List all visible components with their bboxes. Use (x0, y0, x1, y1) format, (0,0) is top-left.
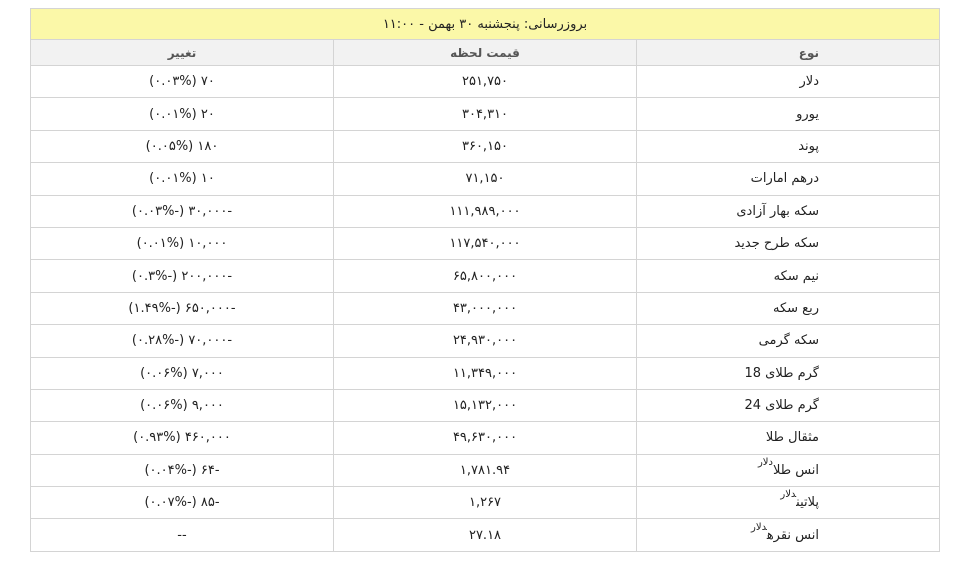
row-change: -۶۴ (-۰.۰۴%) (30, 453, 334, 488)
row-name-cell: سکه گرمی (636, 324, 940, 358)
row-price: ۱۱۷,۵۴۰,۰۰۰ (333, 226, 637, 261)
row-change: -۷۰,۰۰۰ (-۰.۲۸%) (30, 324, 334, 358)
row-name: مثقال طلا (765, 430, 819, 446)
update-timestamp: بروزرسانی: پنجشنبه ۳۰ بهمن - ۱۱:۰۰ (30, 8, 940, 40)
update-title-row: بروزرسانی: پنجشنبه ۳۰ بهمن - ۱۱:۰۰ (30, 8, 940, 40)
price-table: بروزرسانی: پنجشنبه ۳۰ بهمن - ۱۱:۰۰ نوع ق… (30, 8, 940, 552)
row-name-cell: دلار (636, 64, 940, 99)
row-name: یورو (796, 106, 819, 122)
table-row: سکه طرح جدید ۱۱۷,۵۴۰,۰۰۰ ۱۰,۰۰۰ (۰.۰۱%) (30, 226, 940, 261)
table-row: نیم سکه ۶۵,۸۰۰,۰۰۰ -۲۰۰,۰۰۰ (-۰.۳%) (30, 259, 940, 293)
row-change: -- (30, 518, 334, 552)
row-name-cell: سکه طرح جدید (636, 226, 940, 261)
table-body: دلار ۲۵۱,۷۵۰ ۷۰ (۰.۰۳%) یورو ۳۰۴,۳۱۰ ۲۰ (۰.۰۱… (30, 64, 940, 552)
row-change: -۳۰,۰۰۰ (-۰.۰۳%) (30, 194, 334, 228)
row-change: ۷,۰۰۰ (۰.۰۶%) (30, 356, 334, 390)
row-change: ۱۸۰ (۰.۰۵%) (30, 129, 334, 164)
row-name-cell: گرم طلای 18 (636, 356, 940, 390)
row-name: درهم امارات (750, 171, 819, 187)
row-price: ۲۷.۱۸ (333, 518, 637, 552)
row-unit: دلار (757, 456, 773, 468)
row-price: ۲۴,۹۳۰,۰۰۰ (333, 324, 637, 358)
table-row: گرم طلای 24 ۱۵,۱۳۲,۰۰۰ ۹,۰۰۰ (۰.۰۶%) (30, 388, 940, 423)
row-name-cell: انس نقرهدلار (636, 518, 940, 552)
table-header: نوع قیمت لحظه تغییر (30, 39, 940, 66)
row-name: دلار (799, 74, 819, 90)
table-row: یورو ۳۰۴,۳۱۰ ۲۰ (۰.۰۱%) (30, 97, 940, 131)
row-change: -۶۵۰,۰۰۰ (-۱.۴۹%) (30, 291, 334, 326)
row-name-cell: انس طلادلار (636, 453, 940, 488)
row-price: ۱,۷۸۱.۹۴ (333, 453, 637, 488)
row-name-cell: پلاتیندلار (636, 486, 940, 520)
row-change: ۱۰ (۰.۰۱%) (30, 162, 334, 196)
row-price: ۱۱۱,۹۸۹,۰۰۰ (333, 194, 637, 228)
row-price: ۲۵۱,۷۵۰ (333, 64, 637, 99)
row-name: گرم طلای 18 (744, 365, 819, 381)
row-name: ربع سکه (773, 300, 819, 316)
table-row: پوند ۳۶۰,۱۵۰ ۱۸۰ (۰.۰۵%) (30, 129, 940, 164)
row-price: ۶۵,۸۰۰,۰۰۰ (333, 259, 637, 293)
row-name: انس طلا (772, 462, 819, 478)
table-row: ربع سکه ۴۳,۰۰۰,۰۰۰ -۶۵۰,۰۰۰ (-۱.۴۹%) (30, 291, 940, 326)
table-row: سکه گرمی ۲۴,۹۳۰,۰۰۰ -۷۰,۰۰۰ (-۰.۲۸%) (30, 324, 940, 358)
row-name: پلاتین (796, 495, 819, 511)
row-change: ۱۰,۰۰۰ (۰.۰۱%) (30, 226, 334, 261)
row-name-cell: درهم امارات (636, 162, 940, 196)
header-change: تغییر (30, 39, 334, 66)
row-name: پوند (798, 138, 819, 154)
table-row: سکه بهار آزادی ۱۱۱,۹۸۹,۰۰۰ -۳۰,۰۰۰ (-۰.۰۳%… (30, 194, 940, 228)
price-table-container: بروزرسانی: پنجشنبه ۳۰ بهمن - ۱۱:۰۰ نوع ق… (30, 8, 940, 552)
row-change: -۲۰۰,۰۰۰ (-۰.۳%) (30, 259, 334, 293)
row-name-cell: ربع سکه (636, 291, 940, 326)
table-row: درهم امارات ۷۱,۱۵۰ ۱۰ (۰.۰۱%) (30, 162, 940, 196)
row-price: ۴۹,۶۳۰,۰۰۰ (333, 421, 637, 455)
row-name-cell: سکه بهار آزادی (636, 194, 940, 228)
row-change: ۹,۰۰۰ (۰.۰۶%) (30, 388, 334, 423)
row-name-cell: یورو (636, 97, 940, 131)
row-name: سکه بهار آزادی (736, 203, 819, 219)
row-name: گرم طلای 24 (744, 398, 819, 414)
row-unit: دلار (780, 489, 797, 501)
row-name-cell: گرم طلای 24 (636, 388, 940, 423)
table-row: پلاتیندلار ۱,۲۶۷ -۸۵ (-۰.۰۷%) (30, 486, 940, 520)
row-change: ۴۶۰,۰۰۰ (۰.۹۳%) (30, 421, 334, 455)
row-change: ۷۰ (۰.۰۳%) (30, 64, 334, 99)
row-name-cell: پوند (636, 129, 940, 164)
row-price: ۴۳,۰۰۰,۰۰۰ (333, 291, 637, 326)
header-price: قیمت لحظه (333, 39, 637, 66)
row-price: ۱۱,۳۴۹,۰۰۰ (333, 356, 637, 390)
row-price: ۱۵,۱۳۲,۰۰۰ (333, 388, 637, 423)
row-unit: دلار (751, 521, 767, 533)
row-name-cell: نیم سکه (636, 259, 940, 293)
table-row: انس طلادلار ۱,۷۸۱.۹۴ -۶۴ (-۰.۰۴%) (30, 453, 940, 488)
row-name: سکه طرح جدید (734, 236, 819, 252)
row-price: ۷۱,۱۵۰ (333, 162, 637, 196)
row-change: ۲۰ (۰.۰۱%) (30, 97, 334, 131)
header-name: نوع (636, 39, 940, 66)
row-name: انس نقره (766, 527, 819, 543)
row-name: سکه گرمی (758, 333, 819, 349)
row-name-cell: مثقال طلا (636, 421, 940, 455)
row-price: ۱,۲۶۷ (333, 486, 637, 520)
table-row: دلار ۲۵۱,۷۵۰ ۷۰ (۰.۰۳%) (30, 64, 940, 99)
row-change: -۸۵ (-۰.۰۷%) (30, 486, 334, 520)
row-name: نیم سکه (773, 268, 819, 284)
table-row: انس نقرهدلار ۲۷.۱۸ -- (30, 518, 940, 552)
table-row: گرم طلای 18 ۱۱,۳۴۹,۰۰۰ ۷,۰۰۰ (۰.۰۶%) (30, 356, 940, 390)
row-price: ۳۶۰,۱۵۰ (333, 129, 637, 164)
row-price: ۳۰۴,۳۱۰ (333, 97, 637, 131)
table-row: مثقال طلا ۴۹,۶۳۰,۰۰۰ ۴۶۰,۰۰۰ (۰.۹۳%) (30, 421, 940, 455)
